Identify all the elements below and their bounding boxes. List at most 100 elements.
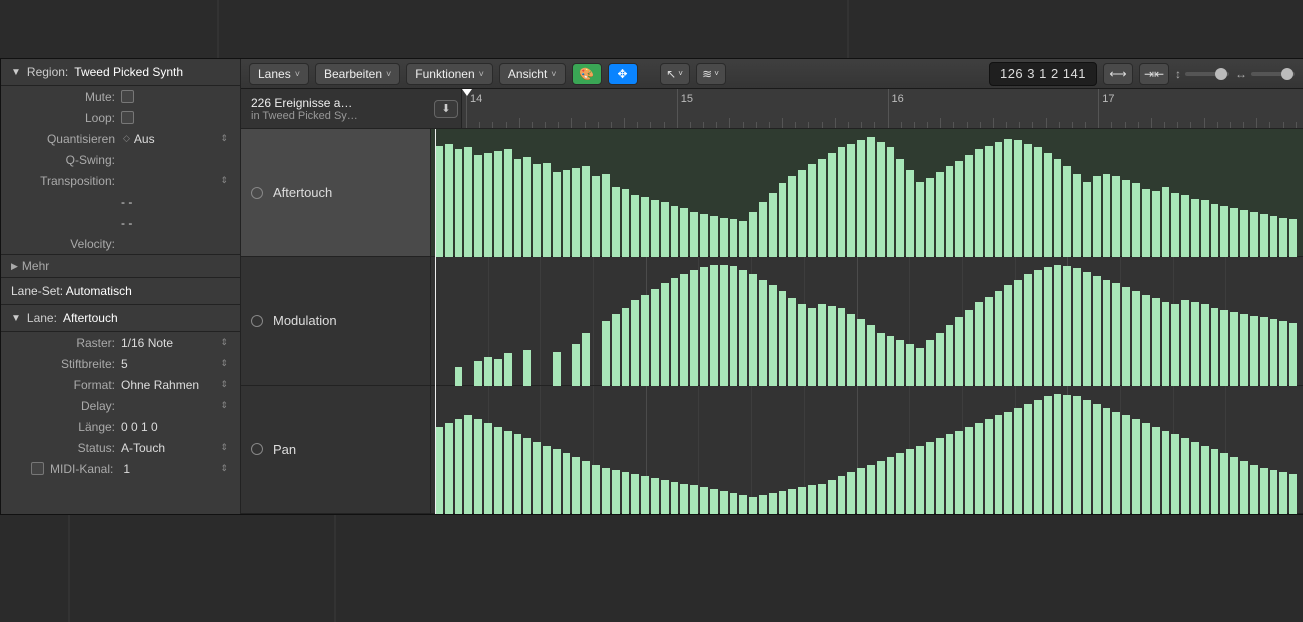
event-bar[interactable] <box>1240 461 1248 514</box>
event-bar[interactable] <box>1260 317 1268 385</box>
event-bar[interactable] <box>1162 302 1170 385</box>
event-bar[interactable] <box>857 468 865 513</box>
event-bar[interactable] <box>1054 159 1062 258</box>
event-bar[interactable] <box>1191 199 1199 258</box>
event-bar[interactable] <box>1103 408 1111 514</box>
event-bar[interactable] <box>661 480 669 514</box>
event-bar[interactable] <box>710 489 718 514</box>
event-bar[interactable] <box>484 423 492 514</box>
event-bar[interactable] <box>680 274 688 386</box>
event-bar[interactable] <box>602 468 610 513</box>
event-bar[interactable] <box>808 485 816 513</box>
event-bar[interactable] <box>788 176 796 257</box>
event-bar[interactable] <box>1093 404 1101 514</box>
event-bar[interactable] <box>916 446 924 514</box>
event-bar[interactable] <box>1250 465 1258 514</box>
param-velocity[interactable]: Velocity: <box>1 233 240 254</box>
event-bar[interactable] <box>749 497 757 514</box>
lanes-graph[interactable] <box>431 129 1303 514</box>
event-bar[interactable] <box>1260 214 1268 258</box>
event-bar[interactable] <box>838 476 846 514</box>
autodefine-button[interactable]: ⬇ <box>434 100 458 118</box>
event-bar[interactable] <box>1142 295 1150 386</box>
event-bar[interactable] <box>936 438 944 514</box>
event-bar[interactable] <box>700 214 708 258</box>
event-bar[interactable] <box>965 155 973 257</box>
event-bar[interactable] <box>680 484 688 514</box>
event-bar[interactable] <box>1034 147 1042 257</box>
event-bar[interactable] <box>1211 204 1219 257</box>
event-bar[interactable] <box>1063 395 1071 514</box>
event-bar[interactable] <box>1132 183 1140 257</box>
event-bar[interactable] <box>985 146 993 258</box>
event-bar[interactable] <box>1201 446 1209 514</box>
event-bar[interactable] <box>1083 272 1091 386</box>
event-bar[interactable] <box>730 493 738 514</box>
event-bar[interactable] <box>1181 195 1189 258</box>
event-bar[interactable] <box>906 449 914 513</box>
midi-in-button[interactable]: ✥ <box>608 63 638 85</box>
event-bar[interactable] <box>690 212 698 257</box>
event-bar[interactable] <box>1024 404 1032 514</box>
event-bar[interactable] <box>847 314 855 386</box>
event-bar[interactable] <box>690 270 698 386</box>
event-bar[interactable] <box>896 453 904 514</box>
menu-lanes[interactable]: Lanes˅ <box>249 63 309 85</box>
event-bar[interactable] <box>602 174 610 257</box>
event-bar[interactable] <box>1279 472 1287 514</box>
zoom-fit-button[interactable]: ⟷ <box>1103 63 1133 85</box>
event-bar[interactable] <box>435 427 443 514</box>
lane-header-row[interactable]: Pan <box>241 386 430 514</box>
event-bar[interactable] <box>1004 285 1012 385</box>
event-bar[interactable] <box>828 480 836 514</box>
event-bar[interactable] <box>1240 314 1248 386</box>
event-bar[interactable] <box>906 170 914 257</box>
param-raster[interactable]: Raster: 1/16 Note ⇕ <box>1 332 240 353</box>
event-bar[interactable] <box>572 168 580 257</box>
event-bar[interactable] <box>1289 474 1297 514</box>
event-bar[interactable] <box>523 157 531 257</box>
event-bar[interactable] <box>995 415 1003 514</box>
event-bar[interactable] <box>455 419 463 514</box>
menu-bearbeiten[interactable]: Bearbeiten˅ <box>315 63 400 85</box>
event-bar[interactable] <box>1142 423 1150 514</box>
event-bar[interactable] <box>1279 218 1287 258</box>
event-bar[interactable] <box>504 431 512 514</box>
menu-funktionen[interactable]: Funktionen˅ <box>406 63 493 85</box>
event-bar[interactable] <box>494 427 502 514</box>
event-bar[interactable] <box>1103 174 1111 257</box>
event-bar[interactable] <box>1181 438 1189 514</box>
event-bar[interactable] <box>1220 310 1228 386</box>
event-bar[interactable] <box>504 149 512 257</box>
event-bar[interactable] <box>955 317 963 385</box>
event-bar[interactable] <box>759 202 767 257</box>
event-bar[interactable] <box>1270 319 1278 385</box>
event-bar[interactable] <box>720 265 728 385</box>
event-bar[interactable] <box>533 442 541 514</box>
event-bar[interactable] <box>1152 298 1160 385</box>
event-bar[interactable] <box>455 367 463 386</box>
event-bar[interactable] <box>651 200 659 257</box>
event-bar[interactable] <box>1230 312 1238 386</box>
event-bar[interactable] <box>671 278 679 386</box>
event-bar[interactable] <box>1260 468 1268 513</box>
event-bar[interactable] <box>798 170 806 257</box>
event-bar[interactable] <box>779 491 787 514</box>
event-bar[interactable] <box>1171 434 1179 514</box>
event-bar[interactable] <box>710 265 718 385</box>
zoom-horizontal-slider[interactable]: ↔ <box>1235 67 1295 81</box>
event-bar[interactable] <box>474 361 482 386</box>
event-bar[interactable] <box>484 153 492 257</box>
event-bar[interactable] <box>1132 419 1140 514</box>
event-bar[interactable] <box>808 308 816 386</box>
event-bar[interactable] <box>1083 400 1091 514</box>
event-bar[interactable] <box>720 218 728 258</box>
pencil-tool[interactable]: ≋˅ <box>696 63 726 85</box>
param-loop[interactable]: Loop: <box>1 107 240 128</box>
event-bar[interactable] <box>1112 283 1120 385</box>
event-bar[interactable] <box>514 159 522 258</box>
event-bar[interactable] <box>1250 316 1258 386</box>
event-bar[interactable] <box>553 449 561 513</box>
event-bar[interactable] <box>582 461 590 514</box>
lane-header[interactable]: ▼ Lane: Aftertouch <box>1 305 240 332</box>
